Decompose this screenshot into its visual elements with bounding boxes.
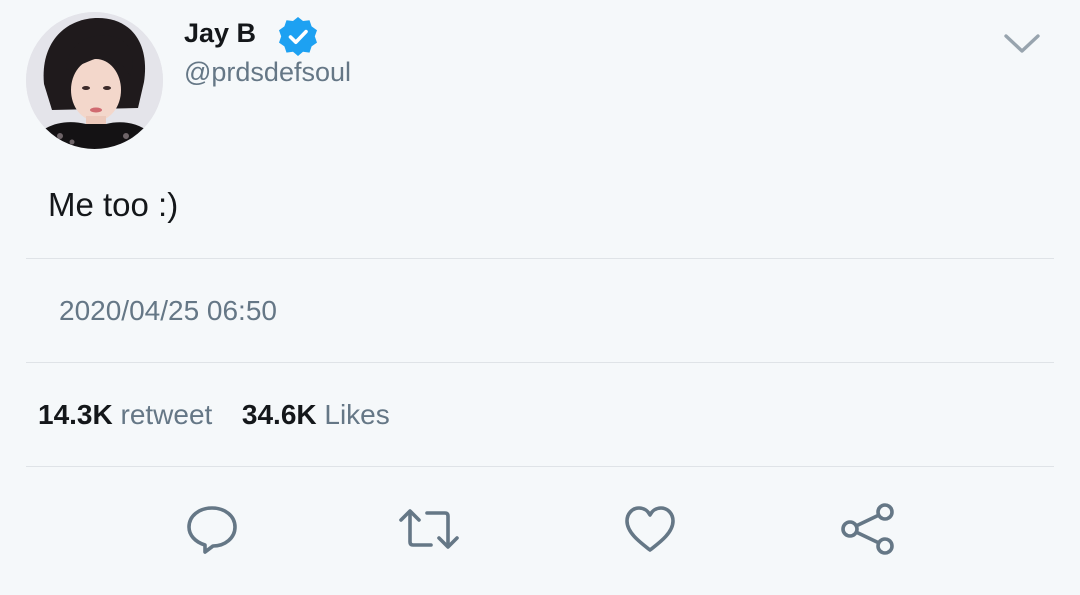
likes-count[interactable]: 34.6K [242, 399, 317, 430]
tweet-text: Me too :) [48, 186, 179, 223]
retweet-button[interactable] [399, 501, 459, 561]
user-handle[interactable]: @prdsdefsoul [184, 56, 351, 88]
likes-label[interactable]: Likes [324, 399, 389, 430]
retweet-count[interactable]: 14.3K [38, 399, 113, 430]
share-button[interactable] [838, 501, 898, 561]
retweet-icon [397, 500, 461, 563]
reply-button[interactable] [182, 501, 242, 561]
chevron-down-icon[interactable] [1000, 26, 1044, 60]
avatar-image [26, 12, 163, 149]
verified-badge-icon [276, 15, 320, 59]
tweet-stats: 14.3K retweet 34.6K Likes [38, 398, 390, 432]
retweet-label[interactable]: retweet [121, 399, 213, 430]
like-button[interactable] [620, 501, 680, 561]
share-icon [839, 500, 897, 563]
divider [26, 258, 1054, 259]
divider [26, 362, 1054, 363]
divider [26, 466, 1054, 467]
tweet-timestamp: 2020/04/25 06:50 [59, 295, 277, 326]
avatar[interactable] [26, 12, 163, 149]
display-name[interactable]: Jay B [184, 17, 256, 49]
heart-icon [621, 500, 679, 563]
reply-icon [183, 500, 241, 563]
